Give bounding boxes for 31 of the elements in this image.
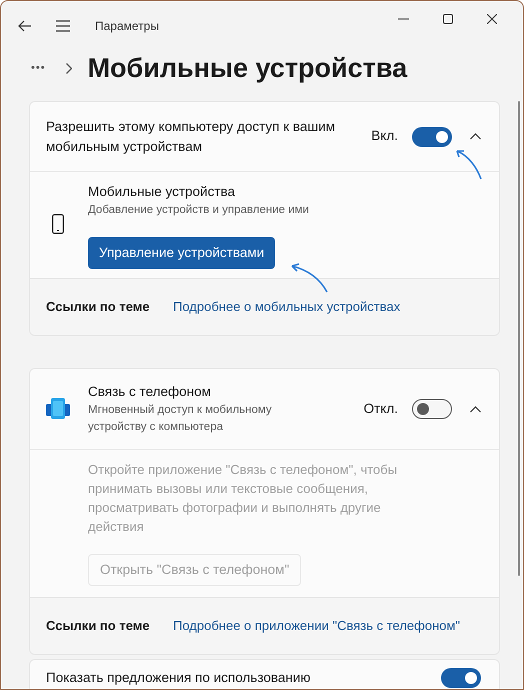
manage-devices-button[interactable]: Управление устройствами bbox=[88, 237, 276, 269]
section-description: Добавление устройств и управление ими bbox=[88, 203, 309, 218]
toggle-state-label: Откл. bbox=[364, 400, 398, 418]
maximize-icon[interactable] bbox=[443, 14, 453, 24]
related-link[interactable]: Подробнее о приложении "Связь с телефоном" bbox=[173, 616, 460, 636]
setting-description: Мгновенный доступ к мобильному устройству с компьютера bbox=[88, 403, 273, 435]
section-title: Мобильные устройства bbox=[88, 183, 236, 201]
related-links-label: Ссылки по теме bbox=[46, 617, 151, 636]
chevron-icon[interactable] bbox=[470, 406, 481, 412]
breadcrumb-overflow[interactable]: ••• bbox=[31, 60, 46, 76]
menu-icon[interactable] bbox=[55, 19, 71, 33]
close-icon[interactable] bbox=[487, 14, 497, 24]
minimize-icon[interactable] bbox=[398, 18, 409, 20]
chevron-icon[interactable] bbox=[470, 133, 481, 140]
toggle-state-label: Вкл. bbox=[371, 127, 398, 146]
phone-link-app-icon bbox=[46, 398, 70, 420]
setting-title: Разрешить этому компьютеру доступ к вашим мобильным устройствам bbox=[46, 118, 336, 156]
toggle-switch[interactable] bbox=[412, 399, 452, 419]
window-title: Параметры bbox=[95, 18, 159, 35]
page-title: Мобильные устройства bbox=[88, 52, 408, 85]
scrollbar[interactable] bbox=[518, 101, 520, 576]
back-icon[interactable] bbox=[17, 18, 33, 34]
toggle-switch[interactable] bbox=[441, 668, 481, 688]
phone-icon bbox=[52, 214, 64, 234]
toggle-switch[interactable] bbox=[412, 126, 452, 146]
related-links-label: Ссылки по теме bbox=[46, 298, 151, 316]
related-link[interactable]: Подробнее о мобильных устройствах bbox=[173, 297, 400, 317]
setting-title: Связь с телефоном bbox=[88, 383, 212, 401]
chevron-right-icon bbox=[66, 62, 72, 74]
setting-title: Показать предложения по использованию bbox=[46, 669, 312, 687]
description-text: Откройте приложение "Связь с телефоном", чтобы принимать вызовы или текстовые сообщения, просматривать фотографии и выполнять другие действия bbox=[88, 461, 398, 536]
